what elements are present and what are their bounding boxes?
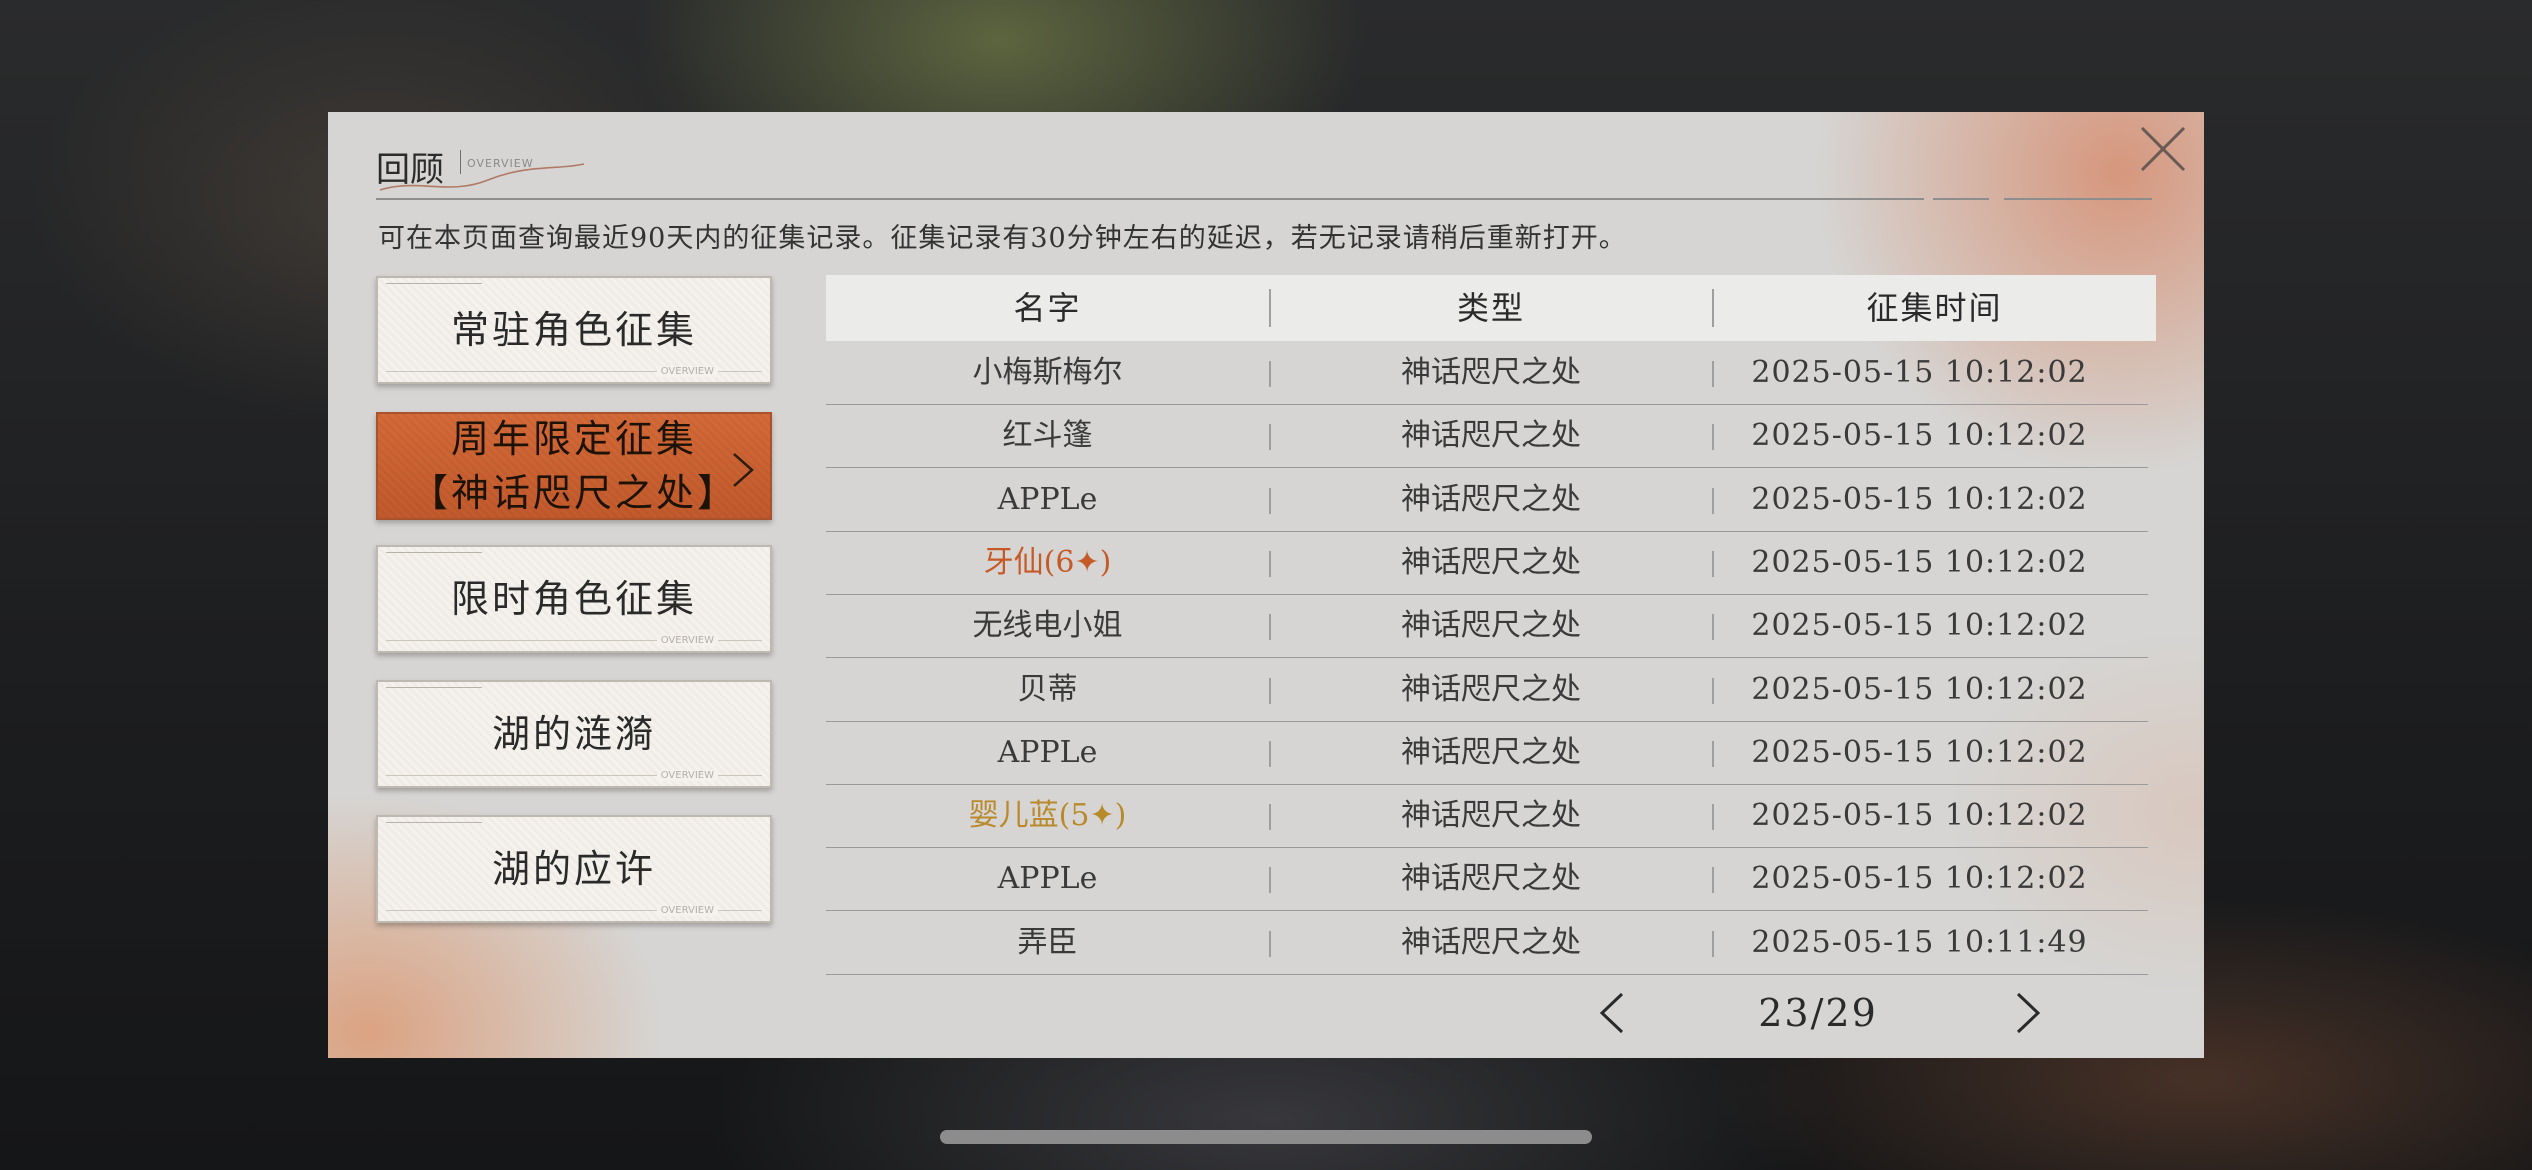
table-row: APPLe 神话咫尺之处 2025-05-15 10:12:02 <box>826 721 2148 785</box>
cell-time: 2025-05-15 10:12:02 <box>1751 608 2088 644</box>
chevron-left-icon[interactable] <box>1592 988 1632 1038</box>
overview-dialog: 回顾 OVERVIEW 可在本页面查询最近90天内的征集记录。征集记录有30分钟… <box>328 112 2204 1058</box>
header-divider-right <box>2004 198 2152 200</box>
cell-time: 2025-05-15 10:12:02 <box>1751 481 2088 517</box>
menu-item-tag: OVERVIEW <box>656 635 718 646</box>
cell-time: 2025-05-15 10:12:02 <box>1751 861 2088 897</box>
menu-item-decoration <box>386 283 482 284</box>
menu-item-tag: OVERVIEW <box>656 366 718 377</box>
dialog-subtitle: OVERVIEW <box>460 150 534 174</box>
cell-name: 弄臣 <box>1017 924 1078 960</box>
cell-type: 神话咫尺之处 <box>1401 924 1581 960</box>
dialog-title: 回顾 <box>376 150 444 190</box>
table-row: 婴儿蓝(5✦) 神话咫尺之处 2025-05-15 10:12:02 <box>826 784 2148 849</box>
cell-name: 小梅斯梅尔 <box>972 355 1123 390</box>
menu-item-label: 周年限定征集 【神话咫尺之处】 <box>409 417 738 515</box>
cell-type: 神话咫尺之处 <box>1401 418 1581 454</box>
cell-type: 神话咫尺之处 <box>1401 544 1581 580</box>
menu-item-anniversary-recruit[interactable]: 周年限定征集 【神话咫尺之处】 <box>376 412 772 520</box>
cell-name: APPLe <box>997 481 1098 517</box>
menu-item-label: 常驻角色征集 <box>450 308 697 352</box>
menu-item-lake-ripple[interactable]: 湖的涟漪 OVERVIEW <box>376 680 772 788</box>
cell-type: 神话咫尺之处 <box>1401 861 1581 897</box>
cell-name: 无线电小姐 <box>972 608 1123 644</box>
cell-time: 2025-05-15 10:12:02 <box>1751 418 2088 454</box>
menu-item-label: 限时角色征集 <box>450 577 697 621</box>
menu-item-decoration <box>386 822 482 823</box>
table-header: 名字 类型 征集时间 <box>826 275 2156 341</box>
cell-type: 神话咫尺之处 <box>1401 355 1581 390</box>
chevron-right-icon[interactable] <box>2008 988 2048 1038</box>
cell-name: APPLe <box>997 734 1098 770</box>
page-indicator: 23/29 <box>1758 991 1878 1035</box>
chevron-right-icon <box>733 453 754 487</box>
cell-type: 神话咫尺之处 <box>1401 798 1581 834</box>
menu-item-lake-promise[interactable]: 湖的应许 OVERVIEW <box>376 815 772 923</box>
cell-type: 神话咫尺之处 <box>1401 608 1581 644</box>
home-indicator[interactable] <box>940 1130 1592 1144</box>
cell-type: 神话咫尺之处 <box>1401 734 1581 770</box>
menu-item-limited-recruit[interactable]: 限时角色征集 OVERVIEW <box>376 545 772 653</box>
cell-time: 2025-05-15 10:12:02 <box>1751 798 2088 834</box>
cell-name: 贝蒂 <box>1017 671 1078 707</box>
cell-type: 神话咫尺之处 <box>1401 671 1581 707</box>
table-row: 红斗篷 神话咫尺之处 2025-05-15 10:12:02 <box>826 404 2148 469</box>
cell-time: 2025-05-15 10:12:02 <box>1751 671 2088 707</box>
header-divider <box>376 198 1924 200</box>
header-divider-short <box>1933 198 1989 200</box>
table-row: APPLe 神话咫尺之处 2025-05-15 10:12:02 <box>826 847 2148 912</box>
table-row: 弄臣 神话咫尺之处 2025-05-15 10:11:49 <box>826 911 2148 975</box>
table-row: APPLe 神话咫尺之处 2025-05-15 10:12:02 <box>826 468 2148 532</box>
cell-name: 牙仙(6✦) <box>983 544 1112 580</box>
cell-time: 2025-05-15 10:11:49 <box>1751 924 2088 960</box>
column-header-name: 名字 <box>1013 289 1082 327</box>
cell-type: 神话咫尺之处 <box>1401 481 1581 517</box>
close-icon[interactable] <box>2136 122 2190 176</box>
cell-name: 婴儿蓝(5✦) <box>968 798 1127 834</box>
cell-time: 2025-05-15 10:12:02 <box>1751 544 2088 580</box>
cell-name: APPLe <box>997 861 1098 897</box>
cell-time: 2025-05-15 10:12:02 <box>1751 355 2088 390</box>
table-row: 无线电小姐 神话咫尺之处 2025-05-15 10:12:02 <box>826 594 2148 659</box>
menu-item-standard-recruit[interactable]: 常驻角色征集 OVERVIEW <box>376 276 772 384</box>
menu-item-label: 湖的涟漪 <box>491 712 656 756</box>
menu-item-tag: OVERVIEW <box>656 905 718 916</box>
menu-item-tag: OVERVIEW <box>656 770 718 781</box>
menu-item-label: 湖的应许 <box>491 847 656 891</box>
column-header-time: 征集时间 <box>1866 289 2003 327</box>
menu-item-decoration <box>386 552 482 553</box>
menu-item-decoration <box>386 687 482 688</box>
cell-name: 红斗篷 <box>1002 418 1093 454</box>
table-row: 牙仙(6✦) 神话咫尺之处 2025-05-15 10:12:02 <box>826 531 2148 595</box>
table-row: 贝蒂 神话咫尺之处 2025-05-15 10:12:02 <box>826 658 2148 722</box>
cell-time: 2025-05-15 10:12:02 <box>1751 734 2088 770</box>
notice-text: 可在本页面查询最近90天内的征集记录。征集记录有30分钟左右的延迟，若无记录请稍… <box>378 223 1627 254</box>
table-row: 小梅斯梅尔 神话咫尺之处 2025-05-15 10:12:02 <box>826 341 2148 405</box>
column-header-type: 类型 <box>1456 289 1525 327</box>
